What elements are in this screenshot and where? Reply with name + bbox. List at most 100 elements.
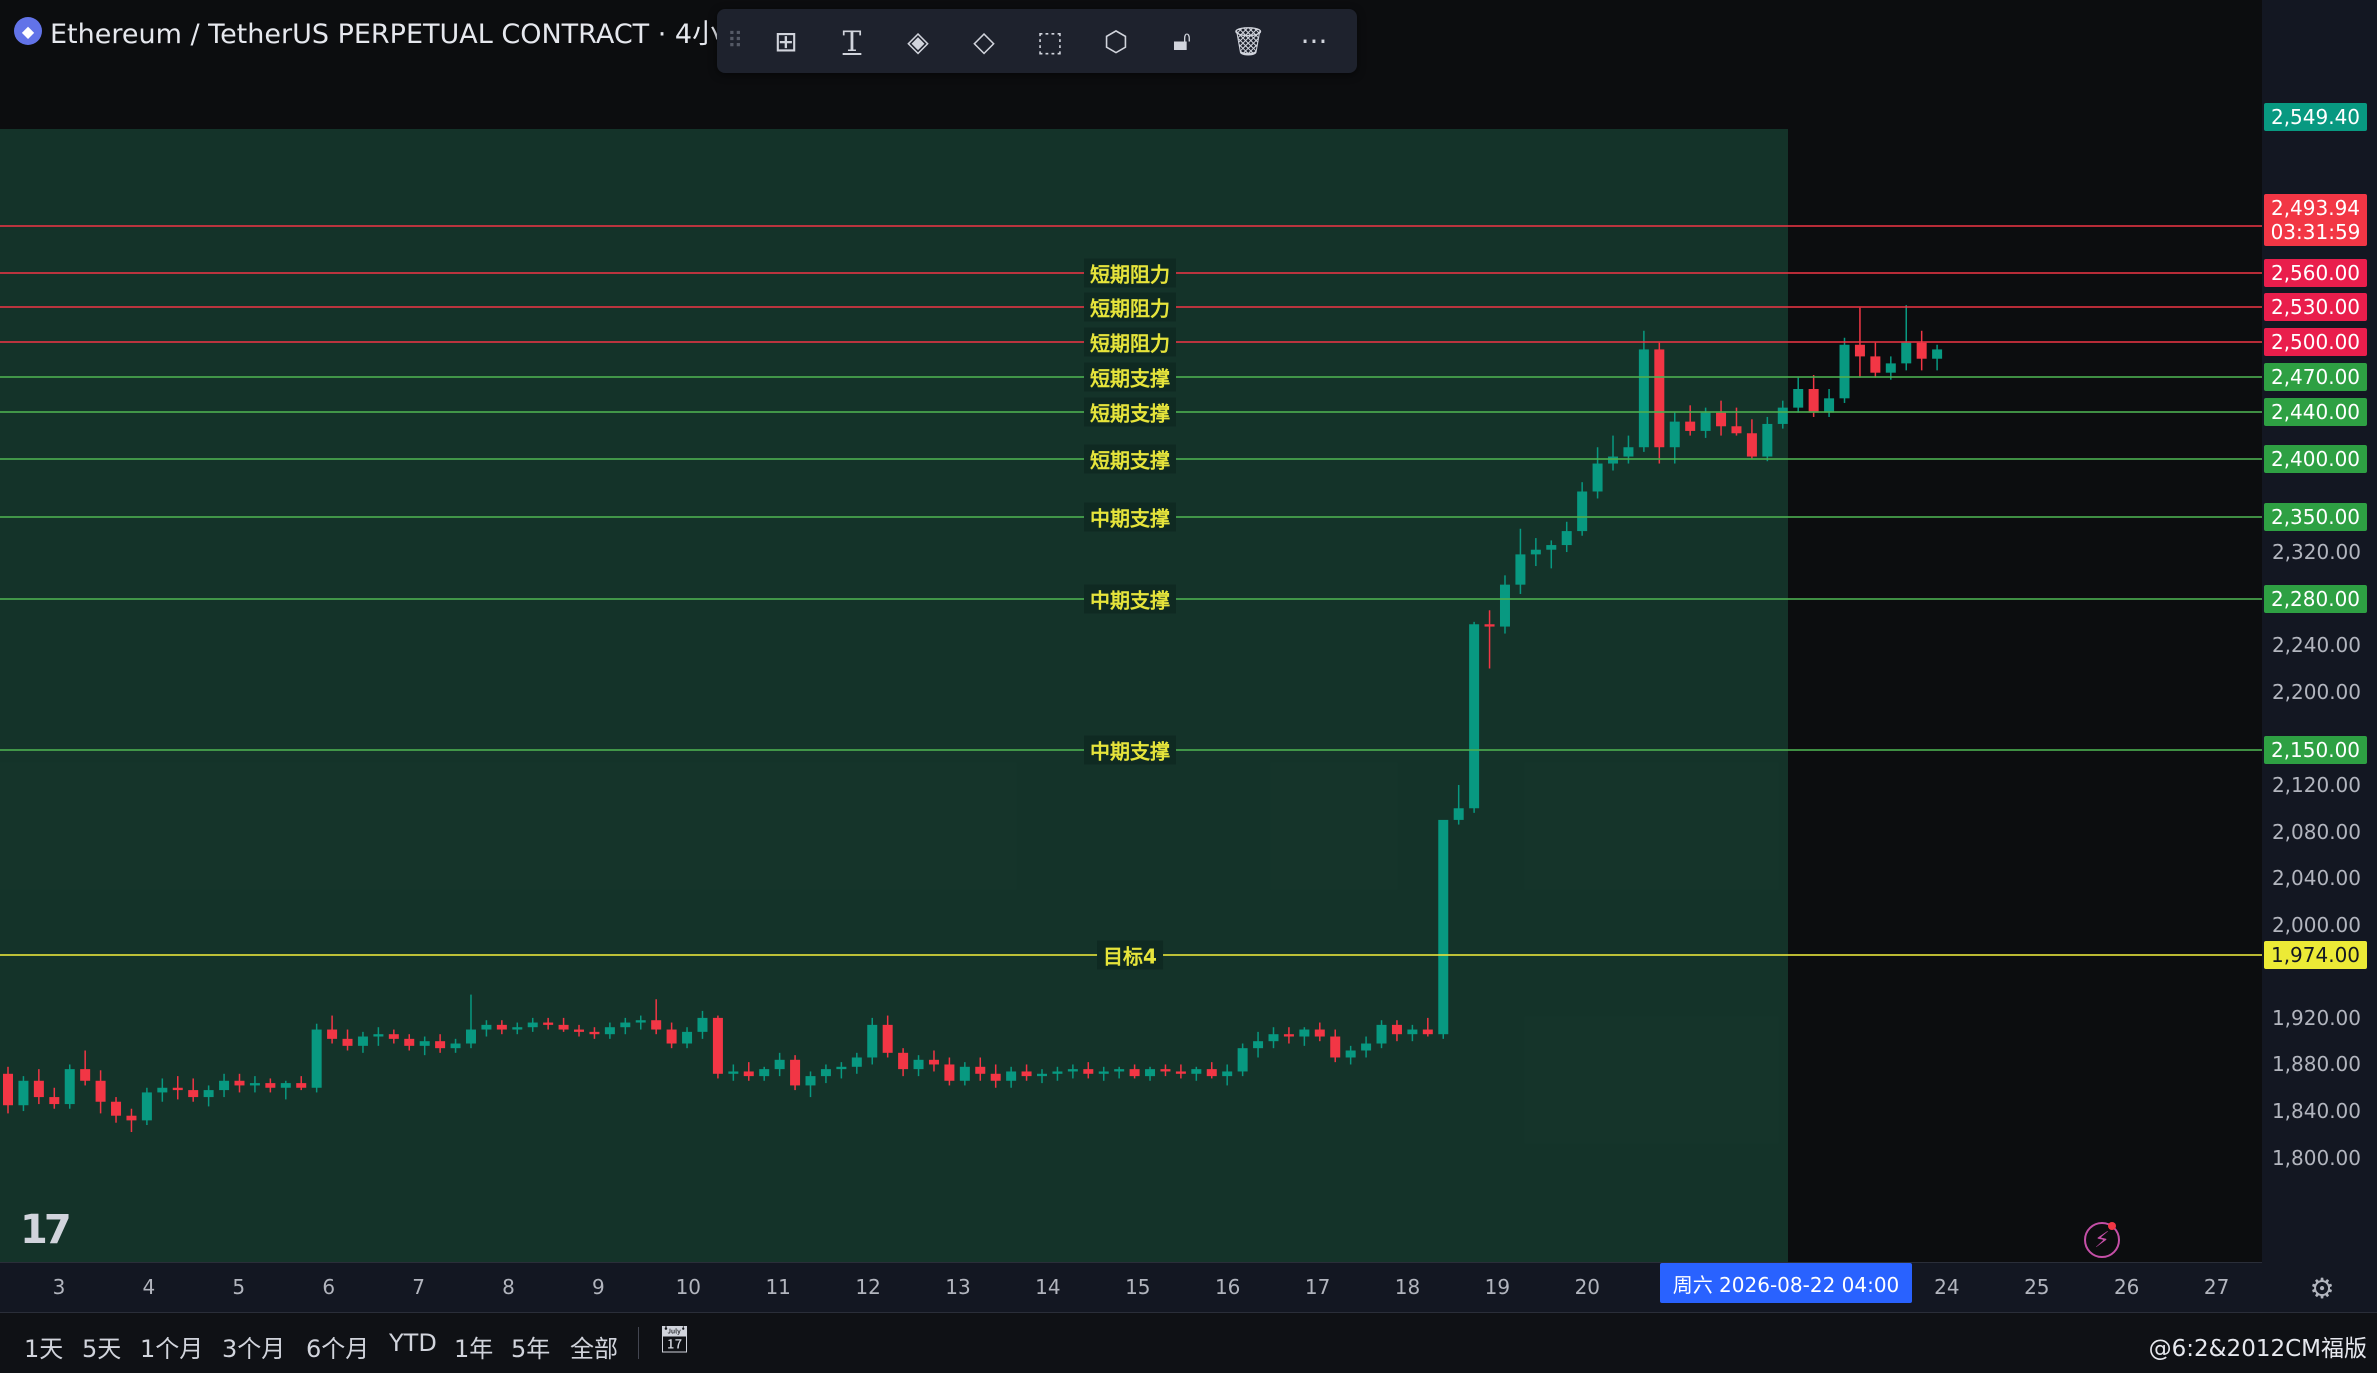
candle [1268, 1027, 1279, 1049]
candle [296, 1076, 307, 1091]
price-axis[interactable]: 2,320.00 2,240.00 2,200.00 2,120.00 2,080.00… [2262, 0, 2377, 1262]
chart-settings-gear-icon[interactable]: ⚙ [2304, 1270, 2340, 1306]
candle [512, 1022, 523, 1035]
candle [682, 1027, 693, 1049]
line-color-icon[interactable]: ◇ [951, 9, 1017, 73]
candle [1608, 435, 1619, 471]
candle [1932, 344, 1943, 371]
candle [373, 1027, 384, 1046]
candle [651, 999, 662, 1035]
candle [898, 1048, 909, 1077]
text-tool-icon[interactable]: T [819, 9, 885, 73]
range-button[interactable]: 全部 [570, 1329, 618, 1364]
tradingview-logo-icon[interactable]: 17 [20, 1207, 72, 1253]
candle [465, 994, 476, 1049]
time-tick-label: 19 [1484, 1275, 1511, 1299]
candle [666, 1022, 677, 1049]
candle [1515, 528, 1526, 594]
candlestick-series [3, 305, 1943, 1133]
candle [481, 1020, 492, 1037]
candle [172, 1076, 183, 1100]
candle [1654, 342, 1665, 464]
range-button[interactable]: YTD [389, 1329, 437, 1357]
candle [1901, 305, 1912, 371]
watermark-text: @6:2&2012CM福版 [2148, 1336, 2367, 1362]
candle [774, 1052, 785, 1077]
candle [111, 1097, 122, 1123]
candle [1345, 1045, 1356, 1065]
price-badge-support: 2,400.00 [2264, 444, 2367, 473]
range-button[interactable]: 1个月 [140, 1329, 203, 1364]
candle [95, 1070, 106, 1114]
time-tick-label: 12 [855, 1275, 881, 1299]
price-badge-resistance: 2,500.00 [2264, 328, 2367, 357]
candle [1469, 621, 1480, 813]
time-tick-label: 24 [1934, 1275, 1960, 1299]
price-tick-label: 2,200.00 [2271, 679, 2361, 704]
time-tick-label: 20 [1574, 1275, 1601, 1299]
unlock-icon[interactable]: 🔓︎ [1149, 9, 1215, 73]
price-tick-label: 1,880.00 [2271, 1052, 2361, 1077]
candle [975, 1057, 986, 1081]
drawing-toolbar: ⠿ ⊞ T ◈ ◇ ⬚ ⬡ 🔓︎ 🗑︎ ··· [717, 9, 1357, 73]
candle [1330, 1029, 1341, 1063]
candle [249, 1076, 260, 1093]
symbol-title[interactable]: ◆ Ethereum / TetherUS PERPETUAL CONTRACT… [14, 12, 763, 50]
time-tick-label: 16 [1214, 1275, 1241, 1299]
candle [543, 1017, 554, 1030]
candle [327, 1015, 338, 1044]
candle [1376, 1020, 1387, 1049]
range-button[interactable]: 5天 [82, 1329, 121, 1364]
candle [1746, 419, 1757, 459]
drag-handle-icon[interactable]: ⠿ [717, 9, 753, 73]
settings-hexagon-icon[interactable]: ⬡ [1083, 9, 1149, 73]
candle [743, 1062, 754, 1081]
candle [1083, 1062, 1094, 1079]
layout-icon[interactable]: ⊞ [753, 9, 819, 73]
candle [527, 1017, 538, 1032]
candle [604, 1022, 615, 1039]
time-tick-label: 5 [232, 1275, 246, 1299]
candle [126, 1108, 137, 1133]
candle [913, 1055, 924, 1077]
candle [1191, 1066, 1202, 1081]
range-button[interactable]: 6个月 [306, 1329, 369, 1364]
range-button[interactable]: 1天 [24, 1329, 63, 1364]
range-button[interactable]: 3个月 [222, 1329, 285, 1364]
time-axis[interactable]: 3 4 5 6 7 8 9 10 11 12 13 14 15 16 17 18 19 20 24 25 26 27 [0, 1262, 2262, 1313]
fill-color-icon[interactable]: ◈ [885, 9, 951, 73]
horizontal-line-resistance[interactable] [0, 224, 2262, 227]
more-icon[interactable]: ··· [1281, 9, 1347, 73]
candle [1546, 540, 1557, 569]
notification-dot [2108, 1222, 2116, 1230]
range-button[interactable]: 1年 [454, 1329, 493, 1364]
line-label: 目标4 [1097, 940, 1163, 970]
current-price-value: 2,493.94 [2270, 196, 2361, 220]
candle [1638, 330, 1649, 452]
candle [867, 1017, 878, 1065]
candle [80, 1050, 91, 1086]
candle [790, 1055, 801, 1091]
candle [1036, 1069, 1047, 1084]
add-alert-chart-icon[interactable]: ⬚ [1017, 9, 1083, 73]
time-tick-label: 27 [2203, 1275, 2230, 1299]
candle [620, 1017, 631, 1035]
trash-icon[interactable]: 🗑︎ [1215, 9, 1281, 73]
range-button[interactable]: 5年 [511, 1329, 550, 1364]
goto-date-calendar-icon[interactable]: 📅︎ [658, 1325, 694, 1361]
line-label: 中期支撑 [1084, 502, 1176, 532]
time-tick-label: 13 [945, 1275, 971, 1299]
candle [3, 1066, 13, 1114]
time-tick-label: 7 [412, 1275, 425, 1299]
candle [450, 1038, 461, 1053]
chart-pane[interactable]: 短期阻力 短期阻力 短期阻力 短期支撑 短期支撑 短期支撑 中期支撑 中期支撑 中期支撑 目标4 … [0, 0, 2262, 1262]
price-badge-support: 2,470.00 [2264, 363, 2367, 392]
candle [33, 1069, 44, 1105]
price-tick-label: 2,080.00 [2271, 819, 2361, 844]
price-tick-label: 2,240.00 [2271, 633, 2361, 658]
candle [1098, 1066, 1109, 1081]
bottom-bar: 1天 5天 1个月 3个月 6个月 YTD 1年 5年 全部 📅︎ @6:2&2012CM福版 [0, 1312, 2377, 1373]
candle [1577, 482, 1588, 536]
candle [1438, 819, 1449, 1039]
candle [820, 1064, 831, 1084]
